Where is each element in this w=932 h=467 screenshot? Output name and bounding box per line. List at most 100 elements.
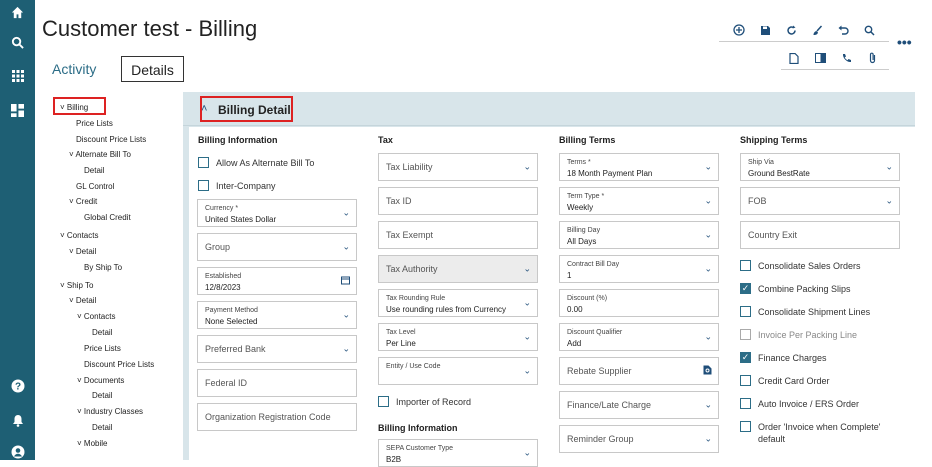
panel-layout-icon[interactable] (813, 51, 827, 65)
tree-item-by-ship-to[interactable]: By Ship To (84, 263, 122, 272)
established-date-field[interactable]: Established 12/8/2023 (197, 267, 357, 295)
tree-item-industry-classes[interactable]: ˅ Industry Classes (77, 407, 143, 416)
field-placeholder: Tax ID (386, 196, 412, 206)
shipping-option-checkbox[interactable]: ✓ Finance Charges (740, 352, 827, 364)
tree-item-credit[interactable]: ˅ Credit (69, 197, 97, 206)
page-title: Customer test - Billing (42, 16, 258, 41)
country-exit-input[interactable]: Country Exit (740, 221, 900, 249)
toolbar-secondary (781, 48, 889, 70)
shipping-option-checkbox[interactable]: Consolidate Sales Orders (740, 260, 861, 272)
tree-item-industry-detail[interactable]: Detail (92, 423, 112, 432)
contract-bill-day-select[interactable]: Contract Bill Day 1 ⌄ (559, 255, 719, 283)
refresh-icon[interactable] (784, 23, 798, 37)
apps-grid-icon[interactable] (0, 68, 35, 84)
bell-icon[interactable] (0, 412, 35, 428)
help-icon[interactable]: ? (0, 378, 35, 394)
reminder-group-select[interactable]: Reminder Group ⌄ (559, 425, 719, 453)
undo-icon[interactable] (836, 23, 850, 37)
tax-level-select[interactable]: Tax Level Per Line ⌄ (378, 323, 538, 351)
user-avatar-icon[interactable] (0, 444, 35, 460)
clear-brush-icon[interactable] (810, 23, 824, 37)
chevron-down-icon: ⌄ (885, 161, 893, 172)
term-type-select[interactable]: Term Type * Weekly ⌄ (559, 187, 719, 215)
discount-percent-input[interactable]: Discount (%) 0.00 (559, 289, 719, 317)
tree-item-documents-detail[interactable]: Detail (92, 391, 112, 400)
lookup-icon[interactable] (703, 365, 712, 377)
terms-select[interactable]: Terms * 18 Month Payment Plan ⌄ (559, 153, 719, 181)
tree-item-ship-contacts[interactable]: ˅ Contacts (77, 312, 115, 321)
finance-late-charge-select[interactable]: Finance/Late Charge ⌄ (559, 391, 719, 419)
organization-registration-code-input[interactable]: Organization Registration Code (197, 403, 357, 431)
ship-via-select[interactable]: Ship Via Ground BestRate ⌄ (740, 153, 900, 181)
document-icon[interactable] (787, 51, 801, 65)
rebate-supplier-input[interactable]: Rebate Supplier (559, 357, 719, 385)
tree-item-detail[interactable]: Detail (84, 166, 104, 175)
allow-alternate-bill-to-checkbox[interactable]: Allow As Alternate Bill To (198, 157, 314, 168)
field-value: 12/8/2023 (205, 283, 241, 292)
chevron-down-icon: ⌄ (523, 297, 531, 308)
tax-rounding-rule-select[interactable]: Tax Rounding Rule Use rounding rules from… (378, 289, 538, 317)
discount-qualifier-select[interactable]: Discount Qualifier Add ⌄ (559, 323, 719, 351)
tree-item-ship-price-lists[interactable]: Price Lists (84, 344, 121, 353)
inter-company-checkbox[interactable]: Inter-Company (198, 180, 276, 191)
billing-terms-heading: Billing Terms (559, 135, 616, 145)
checkbox-label-group: Credit Card Order (758, 375, 830, 387)
home-icon[interactable] (0, 4, 35, 20)
tree-item-global-credit[interactable]: Global Credit (84, 213, 131, 222)
field-value: 1 (567, 271, 572, 280)
field-label: Term Type * (567, 193, 605, 200)
shipping-option-checkbox[interactable]: Order 'Invoice when Complete' default (740, 421, 881, 445)
tree-item-mobile[interactable]: ˅ Mobile (77, 439, 107, 448)
shipping-option-checkbox[interactable]: Consolidate Shipment Lines (740, 306, 870, 318)
tax-exempt-input[interactable]: Tax Exempt (378, 221, 538, 249)
tree-item-price-lists[interactable]: Price Lists (76, 119, 113, 128)
preferred-bank-select[interactable]: Preferred Bank ⌄ (197, 335, 357, 363)
importer-of-record-checkbox[interactable]: Importer of Record (378, 396, 471, 407)
checkbox-box (198, 157, 209, 168)
checkbox-box (740, 398, 751, 409)
tree-item-ship-contacts-detail[interactable]: Detail (92, 328, 112, 337)
tree-item-alternate-bill-to[interactable]: ˅ Alternate Bill To (69, 150, 131, 159)
billing-day-select[interactable]: Billing Day All Days ⌄ (559, 221, 719, 249)
page-header: Customer test - Billing Activity Details… (35, 0, 932, 94)
tree-label: Contacts (66, 231, 99, 240)
federal-id-input[interactable]: Federal ID (197, 369, 357, 397)
chevron-down-icon: ⌄ (342, 309, 350, 320)
currency-select[interactable]: Currency * United States Dollar ⌄ (197, 199, 357, 227)
more-options-icon[interactable]: ••• (897, 34, 912, 50)
tree-item-contacts[interactable]: ˅ Contacts (60, 231, 98, 240)
tax-liability-select[interactable]: Tax Liability ⌄ (378, 153, 538, 181)
tree-item-contacts-detail[interactable]: ˅ Detail (69, 247, 96, 256)
shipping-option-checkbox[interactable]: Invoice Per Packing Line (740, 329, 857, 341)
checkbox-label: Consolidate Shipment Lines (758, 307, 871, 317)
sepa-customer-type-select[interactable]: SEPA Customer Type B2B ⌄ (378, 439, 538, 467)
shipping-option-checkbox[interactable]: ✓ Combine Packing Slips (740, 283, 851, 295)
tree-label: Documents (83, 376, 125, 385)
tree-item-ship-to[interactable]: ˅ Ship To (60, 281, 93, 290)
tree-label: Contacts (83, 312, 116, 321)
tree-item-discount-price-lists[interactable]: Discount Price Lists (76, 135, 146, 144)
find-icon[interactable] (862, 23, 876, 37)
save-icon[interactable] (758, 23, 772, 37)
tax-authority-select[interactable]: Tax Authority ⌄ (378, 255, 538, 283)
tax-id-input[interactable]: Tax ID (378, 187, 538, 215)
attachment-icon[interactable] (865, 51, 879, 65)
phone-icon[interactable] (839, 51, 853, 65)
shipping-option-checkbox[interactable]: Credit Card Order (740, 375, 830, 387)
calendar-icon[interactable] (341, 276, 350, 287)
tree-item-gl-control[interactable]: GL Control (76, 182, 114, 191)
group-select[interactable]: Group ⌄ (197, 233, 357, 261)
tab-details[interactable]: Details (121, 56, 184, 82)
tree-item-ship-to-detail[interactable]: ˅ Detail (69, 296, 96, 305)
search-icon[interactable] (0, 34, 35, 50)
chevron-down-icon: ⌄ (523, 447, 531, 458)
dashboard-icon[interactable] (0, 102, 35, 118)
shipping-option-checkbox[interactable]: Auto Invoice / ERS Order (740, 398, 859, 410)
tree-item-ship-discount-price-lists[interactable]: Discount Price Lists (84, 360, 154, 369)
add-icon[interactable] (732, 23, 746, 37)
entity-use-code-select[interactable]: Entity / Use Code ⌄ (378, 357, 538, 385)
payment-method-select[interactable]: Payment Method None Selected ⌄ (197, 301, 357, 329)
tree-item-documents[interactable]: ˅ Documents (77, 376, 124, 385)
fob-select[interactable]: FOB ⌄ (740, 187, 900, 215)
tab-activity[interactable]: Activity (52, 56, 96, 82)
